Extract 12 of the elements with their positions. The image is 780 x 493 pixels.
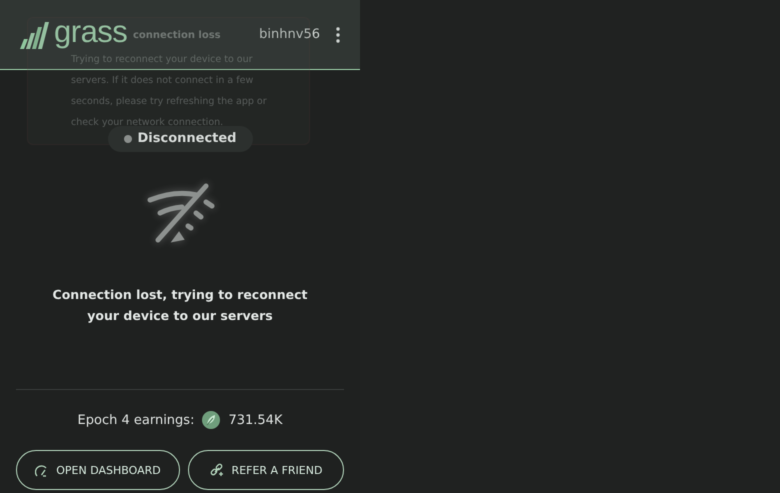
link-icon	[210, 463, 224, 477]
coin-icon	[202, 411, 220, 429]
status-label: Disconnected	[138, 131, 236, 146]
dashboard-button[interactable]: OPEN DASHBOARD	[16, 450, 180, 490]
earnings-value: 731.54K	[228, 412, 282, 428]
connection-message: Connection lost, trying to reconnect your device to our servers	[52, 286, 308, 325]
more-icon	[336, 26, 340, 42]
logo-text: grass	[54, 16, 128, 47]
gauge-icon	[35, 464, 48, 476]
username: binhnv56	[259, 27, 320, 42]
earnings-label: Epoch 4 earnings:	[78, 412, 194, 428]
refer-button[interactable]: REFER A FRIEND	[188, 450, 344, 490]
